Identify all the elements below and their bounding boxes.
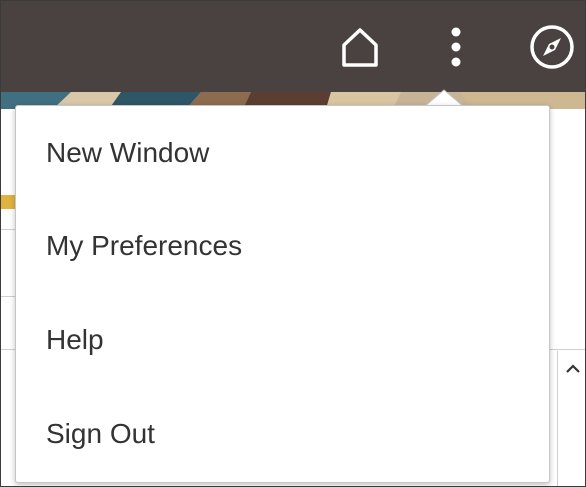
actions-menu-button[interactable] [429,1,483,92]
bg-divider [1,296,15,297]
menu-item-label: New Window [46,136,210,168]
bg-divider [1,229,15,230]
menu-item-label: Sign Out [46,417,155,449]
home-icon [342,27,378,67]
bg-scrollbar-track [557,351,558,486]
app-window: ts New Window My Preferences Help Sign O… [0,0,586,487]
banner-header [1,1,585,92]
menu-item-label: Help [46,323,104,355]
navigator-button[interactable] [519,1,585,92]
scroll-up-button[interactable] [563,359,583,379]
menu-item-help[interactable]: Help [16,293,549,386]
chevron-up-icon [566,364,580,373]
vertical-ellipsis-icon [451,27,461,66]
menu-item-sign-out[interactable]: Sign Out [16,387,549,480]
menu-item-new-window[interactable]: New Window [16,106,549,199]
home-button[interactable] [331,1,389,92]
menu-item-my-preferences[interactable]: My Preferences [16,199,549,292]
actions-dropdown-menu: New Window My Preferences Help Sign Out [15,105,550,483]
bg-tile-accent [1,195,15,209]
menu-item-label: My Preferences [46,229,243,261]
compass-icon [530,24,574,69]
